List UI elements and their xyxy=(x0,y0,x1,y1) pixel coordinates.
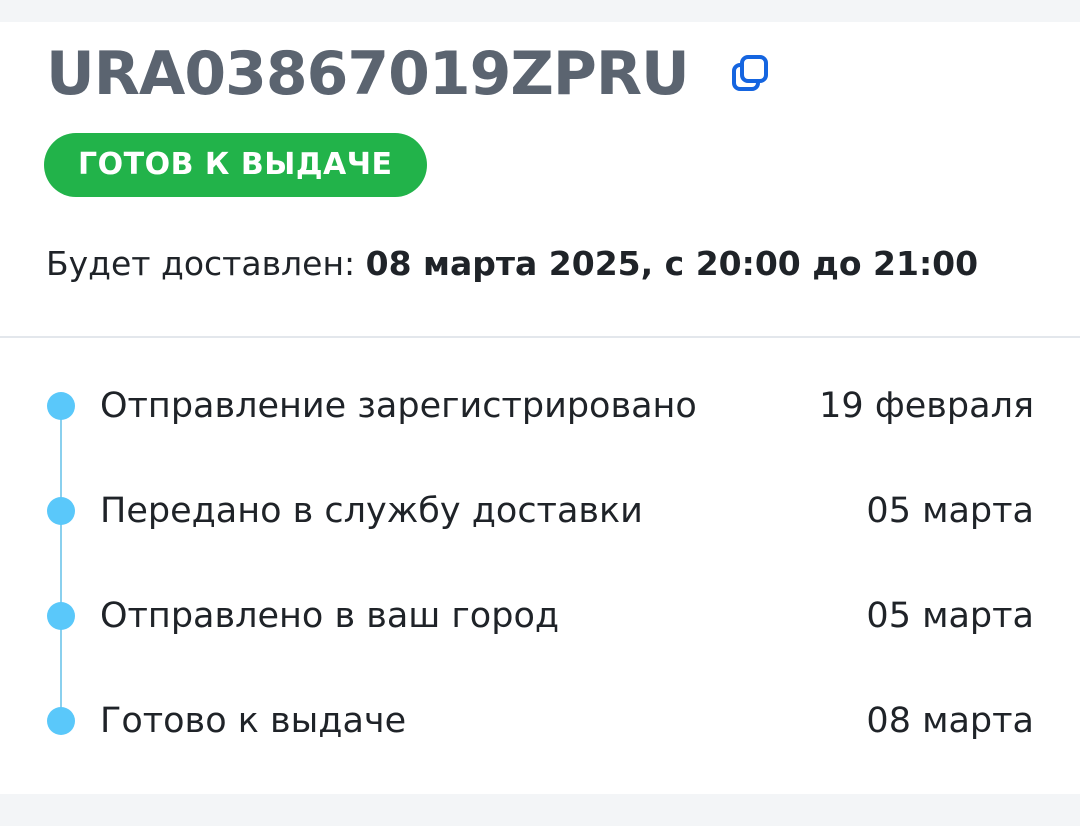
timeline-connector xyxy=(60,398,62,712)
timeline-step-label: Готово к выдаче xyxy=(100,701,407,741)
timeline-dot xyxy=(47,497,75,525)
status-badge: ГОТОВ К ВЫДАЧЕ xyxy=(44,133,427,197)
timeline-step-label: Отправлено в ваш город xyxy=(100,596,560,636)
divider xyxy=(0,336,1080,338)
copy-icon[interactable] xyxy=(729,52,773,96)
delivery-label: Будет доставлен: xyxy=(46,244,366,283)
page-background-strip xyxy=(0,794,1080,826)
timeline-dot xyxy=(47,392,75,420)
tracking-number: URA03867019ZPRU xyxy=(46,39,690,109)
timeline-step-registered: Отправление зарегистрировано 19 февраля xyxy=(0,376,1080,436)
delivery-estimate: Будет доставлен: 08 марта 2025, с 20:00 … xyxy=(46,244,978,283)
timeline-step-handed-over: Передано в службу доставки 05 марта xyxy=(0,481,1080,541)
timeline-step-label: Отправление зарегистрировано xyxy=(100,386,697,426)
timeline-dot xyxy=(47,602,75,630)
delivery-value: 08 марта 2025, с 20:00 до 21:00 xyxy=(365,244,979,283)
timeline-step-sent-to-city: Отправлено в ваш город 05 марта xyxy=(0,586,1080,646)
timeline-step-date: 05 марта xyxy=(866,596,1034,636)
timeline-step-label: Передано в службу доставки xyxy=(100,491,643,531)
timeline-step-date: 08 марта xyxy=(866,701,1034,741)
tracking-header: URA03867019ZPRU xyxy=(46,44,773,104)
timeline-step-date: 19 февраля xyxy=(819,386,1034,426)
shipment-card: URA03867019ZPRU ГОТОВ К ВЫДАЧЕ Будет дос… xyxy=(0,22,1080,794)
timeline-step-ready: Готово к выдаче 08 марта xyxy=(0,691,1080,751)
timeline-dot xyxy=(47,707,75,735)
timeline-step-date: 05 марта xyxy=(866,491,1034,531)
